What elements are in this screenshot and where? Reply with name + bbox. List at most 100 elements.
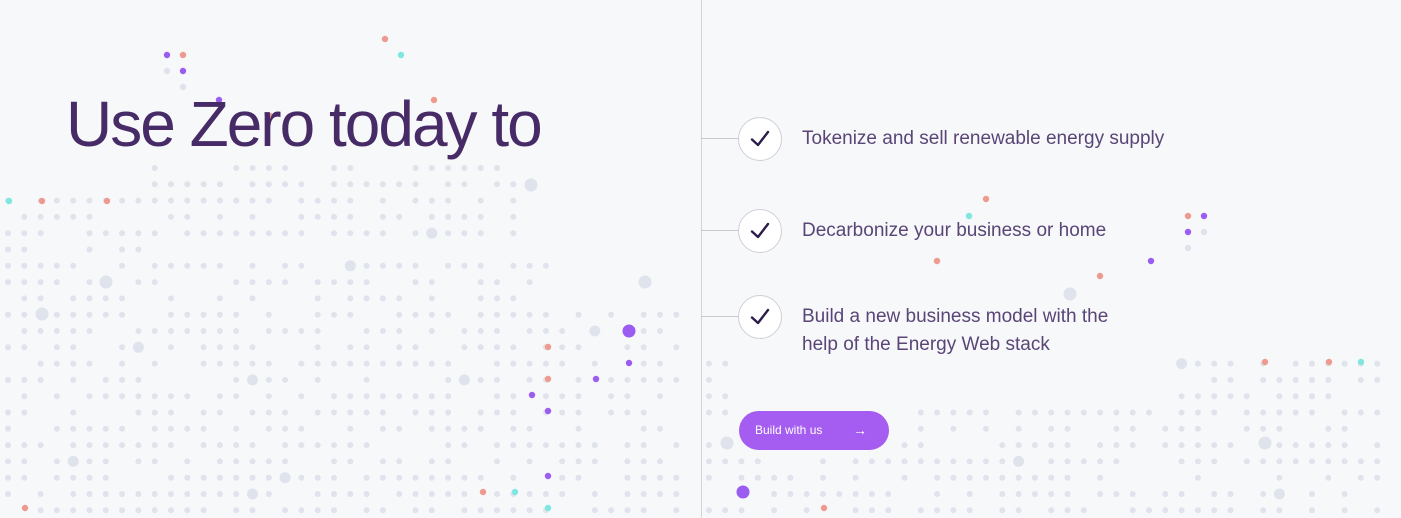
- map-dot: [216, 311, 223, 318]
- build-with-us-button[interactable]: Build with us →: [739, 411, 889, 450]
- map-dot: [216, 344, 223, 351]
- map-dot: [1243, 458, 1250, 465]
- map-dot: [412, 393, 419, 400]
- map-dot: [477, 425, 484, 432]
- map-dot: [396, 458, 403, 465]
- map-dot: [461, 491, 468, 497]
- map-dot: [966, 458, 973, 465]
- map-dot: [445, 197, 452, 204]
- map-dot: [314, 376, 321, 383]
- map-dot: [1162, 442, 1169, 449]
- map-dot: [1211, 409, 1218, 416]
- map-dot: [314, 328, 321, 334]
- map-dot: [168, 328, 174, 334]
- map-dot: [1292, 409, 1299, 416]
- map-dot: [184, 181, 191, 188]
- map-dot: [428, 474, 435, 481]
- map-dot: [135, 442, 142, 449]
- map-dot: [526, 328, 533, 334]
- map-dot: [298, 181, 305, 188]
- map-dot: [396, 181, 403, 188]
- map-dot: [1211, 507, 1218, 514]
- map-dot: [314, 213, 321, 220]
- map-dot: [135, 246, 142, 253]
- map-dot: [445, 458, 452, 465]
- map-dot: [347, 213, 354, 220]
- feature-connector-line: [701, 138, 739, 139]
- map-dot: [591, 458, 598, 465]
- map-dot: [1048, 507, 1055, 514]
- map-dot: [331, 409, 337, 416]
- map-dot: [477, 328, 484, 334]
- map-dot: [575, 474, 582, 481]
- map-dot: [102, 311, 109, 318]
- map-dot: [1276, 425, 1283, 432]
- map-dot: [608, 376, 615, 383]
- map-dot: [151, 360, 158, 367]
- map-dot: [445, 376, 452, 383]
- map-dot: [233, 344, 240, 351]
- feature-text: Tokenize and sell renewable energy suppl…: [802, 128, 1165, 149]
- map-dot: [21, 393, 28, 400]
- map-dot: [37, 213, 44, 220]
- map-dot: [298, 230, 305, 237]
- map-dot: [249, 197, 256, 204]
- map-dot: [640, 425, 647, 432]
- map-dot: [575, 311, 582, 318]
- map-dot: [510, 230, 517, 237]
- map-dot: [559, 442, 566, 449]
- accent-dot: [1261, 358, 1269, 366]
- map-dot: [608, 507, 615, 514]
- map-dot: [347, 491, 354, 497]
- map-dot: [37, 279, 44, 286]
- map-dot: [1260, 376, 1267, 383]
- map-dot: [608, 311, 615, 318]
- accent-dot: [820, 504, 828, 512]
- map-dot: [216, 474, 223, 481]
- map-dot: [445, 262, 452, 269]
- map-dot: [738, 507, 745, 514]
- map-dot: [282, 181, 289, 188]
- map-dot: [102, 425, 109, 432]
- map-dot: [1227, 376, 1234, 383]
- map-dot: [591, 507, 598, 514]
- map-dot: [119, 425, 126, 432]
- map-dot: [379, 262, 386, 269]
- map-dot: [184, 213, 191, 220]
- map-dot: [53, 360, 60, 367]
- map-dot: [787, 474, 794, 481]
- map-dot: [37, 507, 44, 514]
- accent-dot: [397, 51, 405, 59]
- map-dot: [624, 458, 631, 465]
- map-dot: [526, 360, 533, 367]
- cta-label: Build with us: [755, 423, 823, 437]
- map-dot: [265, 393, 272, 400]
- map-dot: [249, 165, 256, 171]
- map-dot: [1325, 474, 1332, 481]
- map-dot: [86, 474, 93, 481]
- accent-dot: [982, 195, 990, 203]
- map-dot: [233, 279, 240, 286]
- map-dot: [1031, 491, 1038, 497]
- map-dot: [917, 442, 924, 449]
- map-dot: [1341, 507, 1348, 514]
- map-dot: [1162, 507, 1169, 514]
- map-dot: [1243, 425, 1250, 432]
- map-dot: [331, 491, 337, 497]
- map-dot: [102, 491, 109, 497]
- map-dot: [1309, 393, 1315, 400]
- map-dot: [265, 409, 272, 416]
- map-dot: [542, 360, 549, 367]
- map-dot: [412, 279, 419, 286]
- map-dot: [526, 279, 533, 286]
- map-dot: [396, 311, 403, 318]
- map-dot: [249, 181, 256, 188]
- map-dot: [950, 409, 957, 416]
- map-dot: [282, 425, 289, 432]
- map-dot: [1211, 393, 1218, 400]
- map-dot: [216, 295, 223, 302]
- map-dot: [640, 442, 647, 449]
- map-dot: [575, 376, 582, 383]
- feature-connector-line: [701, 316, 739, 317]
- map-dot: [542, 311, 549, 318]
